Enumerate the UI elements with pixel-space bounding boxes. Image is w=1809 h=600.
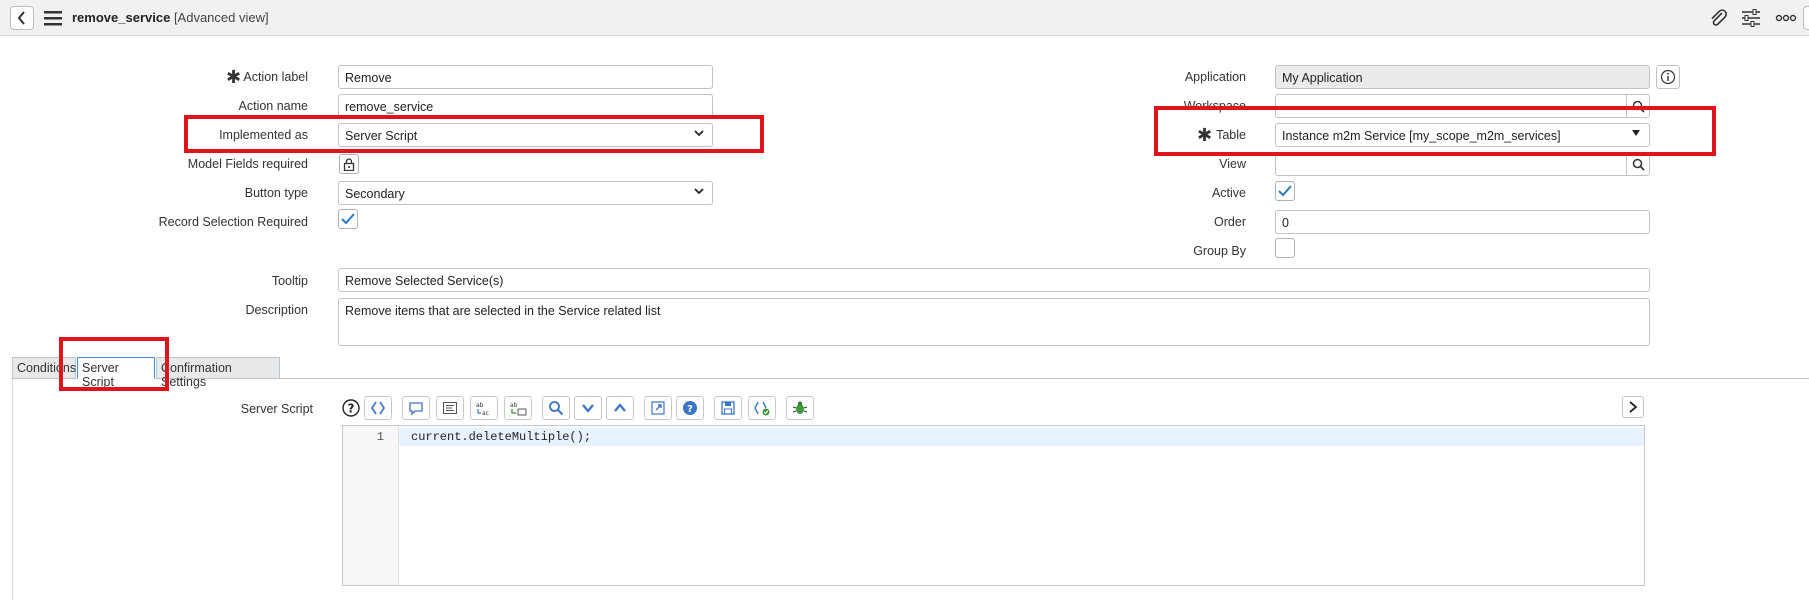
format-icon	[443, 402, 457, 414]
view-label: View	[1219, 157, 1246, 171]
more-icon[interactable]	[1775, 9, 1797, 27]
button-type-value: Secondary	[345, 187, 405, 201]
button-type-select[interactable]: Secondary	[338, 181, 713, 205]
expand-icon	[651, 401, 665, 415]
description-textarea[interactable]: Remove items that are selected in the Se…	[338, 298, 1650, 346]
help-icon[interactable]: ?	[342, 399, 360, 420]
code-editor[interactable]: 1 current.deleteMultiple();	[342, 425, 1645, 586]
syntax-check-icon	[754, 401, 770, 416]
find-previous-button[interactable]	[606, 396, 634, 420]
tooltip-input[interactable]: Remove Selected Service(s)	[338, 268, 1650, 292]
header-button-partial[interactable]	[1803, 6, 1809, 30]
info-icon	[1660, 69, 1676, 85]
save-button[interactable]	[714, 396, 742, 420]
group-by-label: Group By	[1193, 244, 1246, 258]
record-name: remove_service	[72, 10, 171, 25]
toggle-syntax-editor-button[interactable]	[364, 396, 392, 420]
expand-panel-button[interactable]	[1622, 396, 1644, 418]
syntax-check-button[interactable]	[748, 396, 776, 420]
svg-text:ab: ab	[510, 402, 518, 409]
code-line[interactable]: current.deleteMultiple();	[411, 430, 591, 444]
script-help-button[interactable]: ?	[676, 396, 704, 420]
view-label: [Advanced view]	[173, 10, 269, 25]
tab-confirmation-settings[interactable]: Confirmation Settings	[156, 357, 280, 389]
highlight-implemented-as	[184, 115, 764, 153]
chevron-up-icon	[614, 403, 626, 412]
model-fields-required-label: Model Fields required	[187, 157, 308, 171]
active-line: current.deleteMultiple();	[399, 428, 1644, 446]
question-icon: ?	[683, 401, 697, 415]
search-code-button[interactable]	[542, 396, 570, 420]
replace-all-icon: ab	[510, 402, 527, 416]
code-toggle-icon	[371, 401, 385, 415]
attachment-icon[interactable]	[1708, 9, 1728, 27]
replace-all-button[interactable]: ab	[504, 396, 532, 420]
model-fields-lock-button[interactable]	[339, 154, 359, 174]
comment-icon	[409, 402, 423, 415]
description-label: Description	[245, 303, 308, 317]
line-number: 1	[376, 430, 384, 444]
active-checkbox[interactable]	[1275, 181, 1295, 201]
order-label: Order	[1214, 215, 1246, 229]
action-label-label: Action label	[243, 70, 308, 84]
application-field: My Application	[1275, 65, 1650, 89]
tab-panel-border	[12, 379, 13, 600]
svg-text:ac: ac	[482, 410, 489, 416]
chevron-right-icon	[1629, 401, 1638, 413]
replace-icon: abac	[476, 402, 489, 416]
fullscreen-button[interactable]	[644, 396, 672, 420]
back-icon	[17, 11, 25, 25]
find-next-button[interactable]	[574, 396, 602, 420]
replace-button[interactable]: ab ac	[470, 396, 498, 420]
line-gutter: 1	[343, 426, 399, 585]
server-script-label: Server Script	[240, 402, 313, 416]
chevron-down-icon	[582, 404, 594, 413]
order-input[interactable]: 0	[1275, 210, 1650, 234]
checkmark-icon	[1278, 185, 1292, 197]
comment-button[interactable]	[402, 396, 430, 420]
debug-button[interactable]	[786, 396, 814, 420]
highlight-table	[1154, 106, 1716, 156]
checkmark-icon	[341, 213, 355, 225]
info-button[interactable]	[1656, 65, 1680, 89]
search-icon	[549, 401, 564, 416]
active-label: Active	[1211, 186, 1246, 200]
record-selection-required-checkbox[interactable]	[338, 209, 358, 229]
svg-text:?: ?	[687, 404, 693, 415]
bug-icon	[792, 401, 808, 414]
svg-text:ab: ab	[476, 402, 484, 409]
highlight-server-script-tab	[59, 337, 169, 391]
tab-bar	[12, 357, 1809, 379]
record-header: remove_service [Advanced view]	[0, 0, 1809, 36]
back-button[interactable]	[10, 6, 34, 30]
page-title: remove_service [Advanced view]	[72, 10, 269, 25]
application-label: Application	[1184, 70, 1246, 84]
format-code-button[interactable]	[436, 396, 464, 420]
chevron-down-icon	[694, 186, 704, 199]
group-by-checkbox[interactable]	[1275, 238, 1295, 258]
save-icon	[721, 401, 735, 415]
tooltip-label: Tooltip	[271, 274, 308, 288]
settings-sliders-icon[interactable]	[1741, 9, 1761, 27]
record-selection-required-label: Record Selection Required	[158, 215, 308, 229]
lock-icon	[343, 157, 355, 171]
action-name-label: Action name	[238, 99, 308, 113]
svg-text:?: ?	[348, 402, 355, 416]
hamburger-icon[interactable]	[44, 10, 62, 29]
action-label-input[interactable]: Remove	[338, 65, 713, 89]
button-type-label: Button type	[244, 186, 308, 200]
